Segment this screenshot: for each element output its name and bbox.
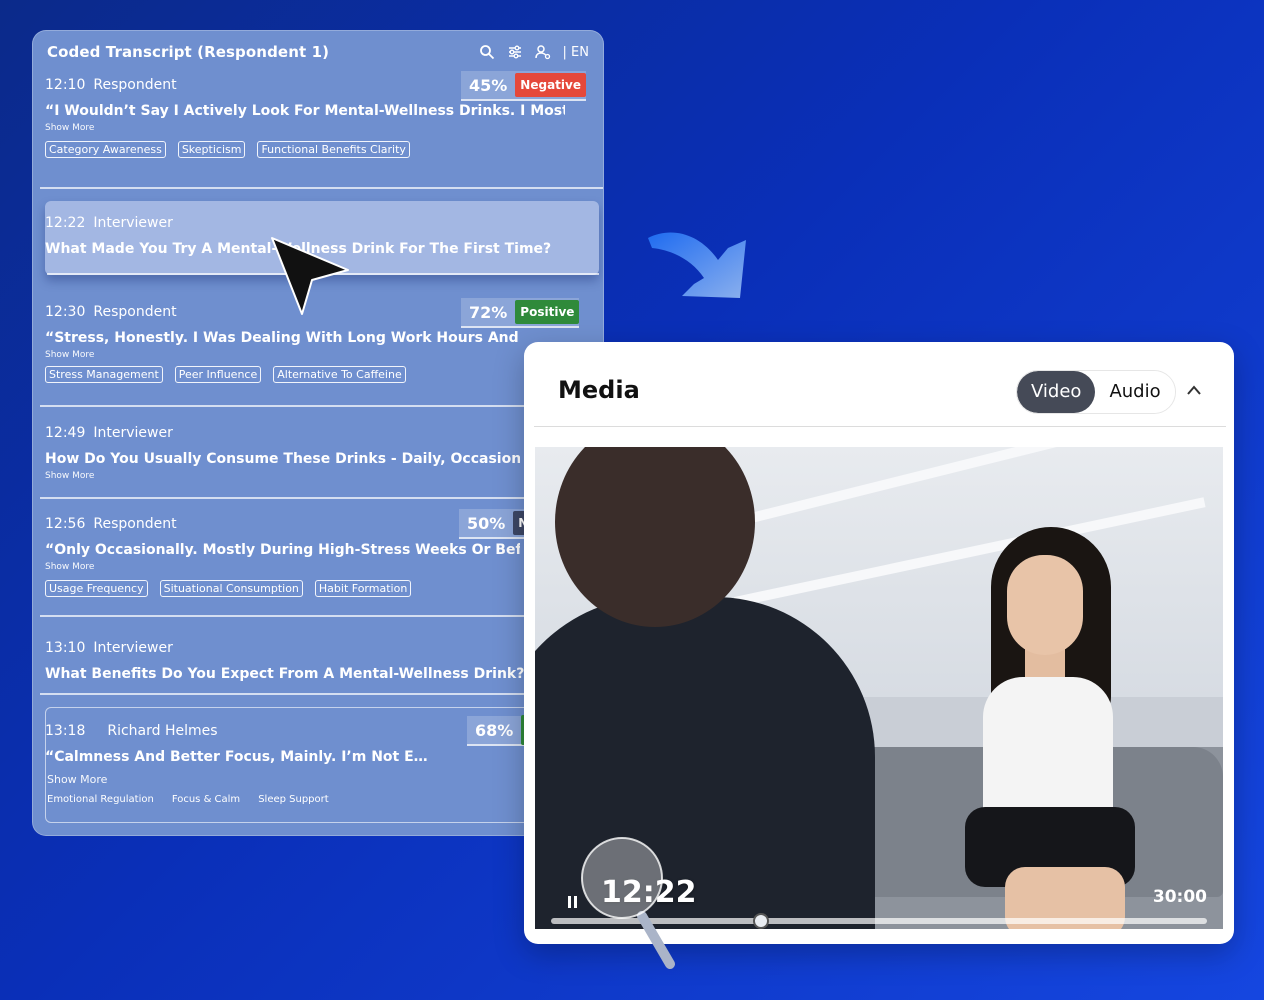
code-tag[interactable]: Alternative To Caffeine [273,366,406,383]
tab-audio[interactable]: Audio [1095,371,1175,413]
entry-time: 12:49 [45,425,86,441]
transcript-title: Coded Transcript (Respondent 1) [47,43,330,61]
code-tag[interactable]: Usage Frequency [45,580,148,597]
code-tag[interactable]: Emotional Regulation [47,794,154,805]
entry-speaker: Richard Helmes [107,723,218,739]
tag-list: Stress Management Peer Influence Alterna… [45,366,601,383]
entry-speaker: Respondent [93,77,177,93]
sentiment-badge-positive: Positive [515,300,580,324]
code-tag[interactable]: Stress Management [45,366,163,383]
chevron-up-icon[interactable] [1186,384,1202,396]
divider [40,405,603,407]
sentiment-score: 45% Negative [461,71,586,101]
tag-list: Category Awareness Skepticism Functional… [45,141,601,158]
magnifier-icon [581,837,675,969]
transcript-entry[interactable]: 12:49 Interviewer How Do You Usually Con… [45,425,601,481]
divider [40,693,603,695]
entry-time: 12:10 [45,77,86,93]
divider [534,426,1226,427]
duration-time: 30:00 [1152,887,1207,907]
score-percent: 45% [469,75,508,95]
sentiment-score: 72% Positive [461,298,580,328]
tag-list: Emotional Regulation Focus & Calm Sleep … [45,794,601,805]
code-tag[interactable]: Habit Formation [314,580,412,597]
entry-speaker: Interviewer [93,215,173,231]
show-more-link[interactable]: Show More [45,350,601,360]
entry-speaker: Interviewer [93,425,173,441]
entry-text: “I Wouldn’t Say I Actively Look For Ment… [45,103,565,119]
entry-speaker: Interviewer [93,640,173,656]
score-percent: 72% [469,302,508,322]
entry-time: 12:30 [45,304,86,320]
divider [40,615,603,617]
tab-video[interactable]: Video [1017,371,1096,413]
entry-time: 12:22 [45,215,86,231]
arrow-icon [648,232,746,298]
entry-speaker: Respondent [93,304,177,320]
code-tag[interactable]: Focus & Calm [172,794,240,805]
sentiment-score: 50% N [459,509,534,539]
stage: Coded Transcript (Respondent 1) | EN 12:… [0,0,1264,1000]
entry-text: How Do You Usually Consume These Drinks … [45,451,520,467]
divider [40,497,603,499]
score-percent: 68% [475,720,514,740]
show-more-link[interactable]: Show More [45,471,601,481]
filter-icon[interactable] [507,44,523,60]
transcript-entry[interactable]: 13:10 Interviewer What Benefits Do You E… [45,640,601,682]
search-icon[interactable] [479,44,495,60]
sentiment-badge-negative: Negative [515,73,586,97]
show-more-link[interactable]: Show More [45,123,601,133]
transcript-header: Coded Transcript (Respondent 1) | EN [33,31,603,73]
entry-text: What Benefits Do You Expect From A Menta… [45,666,525,682]
code-tag[interactable]: Situational Consumption [159,580,303,597]
code-tag[interactable]: Category Awareness [45,141,166,158]
media-type-toggle: Video Audio [1016,370,1176,414]
entry-text: “Stress, Honestly. I Was Dealing With Lo… [45,330,520,346]
entry-speaker: Respondent [93,516,177,532]
video-scene [1007,555,1083,655]
show-more-link[interactable]: Show More [45,773,601,786]
entry-time: 13:18 [45,723,86,739]
code-tag[interactable]: Peer Influence [174,366,262,383]
code-tag[interactable]: Skepticism [177,141,246,158]
language-selector[interactable]: | EN [563,45,589,60]
pause-icon[interactable] [567,895,579,909]
entry-time: 13:10 [45,640,86,656]
entry-time: 12:56 [45,516,86,532]
cursor-icon [271,237,349,315]
entry-text: “Calmness And Better Focus, Mainly. I’m … [45,749,428,765]
media-title: Media [558,376,640,404]
divider [40,187,603,189]
show-more-link[interactable]: Show More [45,562,601,572]
score-percent: 50% [467,513,506,533]
user-settings-icon[interactable] [534,44,551,60]
transcript-toolbar: | EN [479,44,589,60]
tag-list: Usage Frequency Situational Consumption … [45,580,601,597]
entry-text: “Only Occasionally. Mostly During High-S… [45,542,520,558]
code-tag[interactable]: Functional Benefits Clarity [257,141,410,158]
code-tag[interactable]: Sleep Support [258,794,329,805]
sentiment-score: 68% [467,715,530,746]
progress-knob[interactable] [752,913,769,929]
transcript-panel: Coded Transcript (Respondent 1) | EN 12:… [32,30,604,836]
